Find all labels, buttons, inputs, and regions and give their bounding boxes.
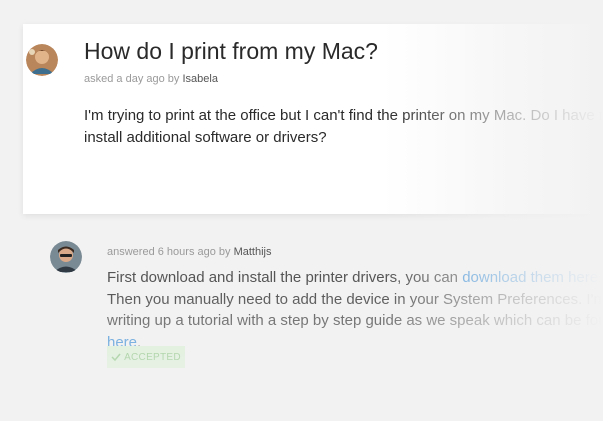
answer-author-avatar[interactable]	[50, 241, 82, 273]
answer-body: First download and install the printer d…	[107, 267, 603, 353]
question-title[interactable]: How do I print from my Mac?	[84, 38, 378, 65]
question-body: I'm trying to print at the office but I …	[84, 107, 603, 146]
accepted-label: ACCEPTED	[124, 351, 181, 363]
answer-text-1: First download and install the printer d…	[107, 269, 463, 286]
download-drivers-link[interactable]: download them here	[462, 269, 598, 286]
question-author-link[interactable]: Isabela	[182, 73, 217, 85]
question-meta: asked a day ago by Isabela	[84, 73, 218, 85]
answer-meta: answered 6 hours ago by Matthijs	[107, 246, 272, 258]
check-icon	[111, 353, 121, 362]
answer-meta-prefix: answered 6 hours ago by	[107, 246, 231, 258]
accepted-badge: ACCEPTED	[107, 346, 185, 368]
answer-author-link[interactable]: Matthijs	[234, 246, 272, 258]
question-author-avatar[interactable]	[26, 44, 58, 76]
question-meta-prefix: asked a day ago by	[84, 73, 180, 85]
